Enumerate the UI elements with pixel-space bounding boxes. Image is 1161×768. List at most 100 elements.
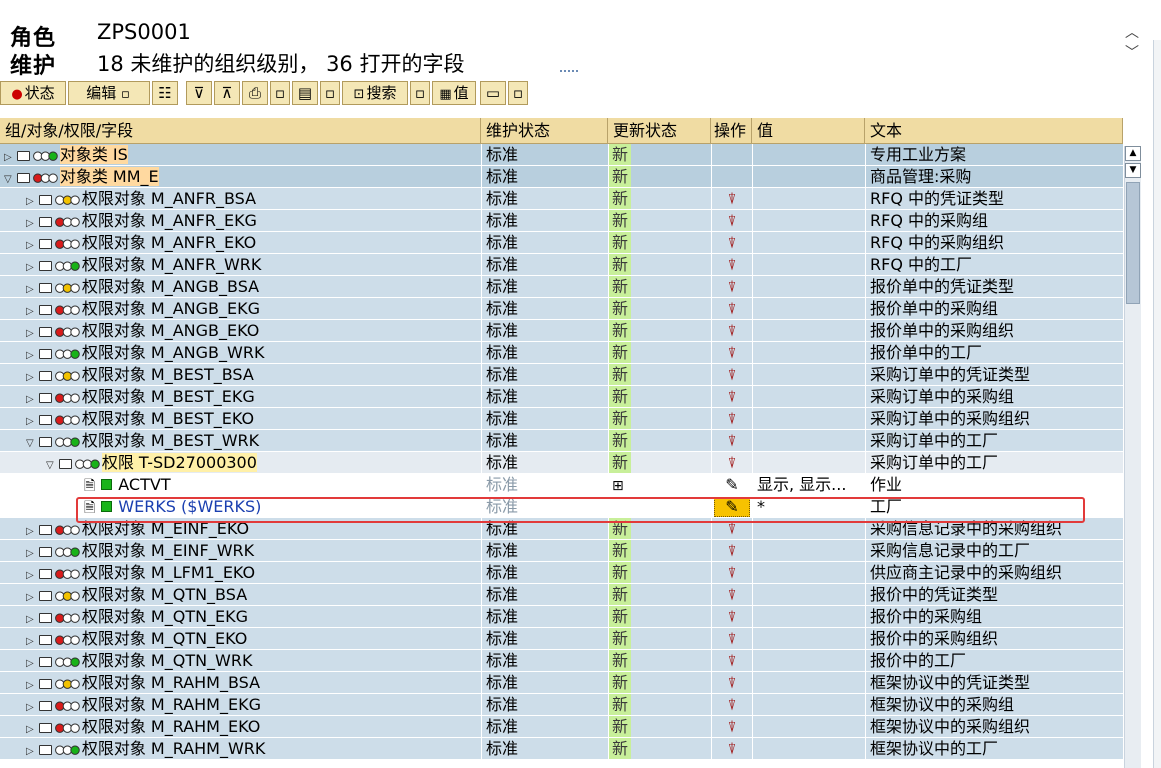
tree-cell[interactable]: ▷ ●●● 权限对象 M_RAHM_EKO — [0, 716, 481, 738]
operation-cell[interactable]: ⍒ — [711, 518, 752, 540]
value-cell[interactable] — [752, 386, 865, 408]
scroll-down-icon[interactable]: ▼ — [1125, 163, 1141, 178]
value-cell[interactable] — [752, 672, 865, 694]
node-label[interactable]: 权限对象 M_ANGB_BSA — [82, 277, 259, 296]
vertical-scrollbar[interactable]: ▲ ▼ — [1124, 146, 1141, 768]
node-label[interactable]: 权限对象 M_RAHM_WRK — [82, 739, 266, 758]
tree-cell[interactable]: ▷ ●●● 权限对象 M_ANGB_WRK — [0, 342, 481, 364]
expand-toggle-icon[interactable]: ▷ — [26, 323, 38, 341]
tree-cell[interactable]: ▷ ●●● 权限对象 M_ANGB_EKO — [0, 320, 481, 342]
node-label[interactable]: 权限对象 M_ANGB_EKG — [82, 299, 260, 318]
tree-cell[interactable]: ▽ ●●● 权限对象 M_BEST_WRK — [0, 430, 481, 452]
delete-icon[interactable]: ⍒ — [727, 718, 736, 736]
operation-cell[interactable]: ⍒ — [711, 408, 752, 430]
delete-icon[interactable]: ⍒ — [727, 344, 736, 362]
tree-cell[interactable]: ▷ ●●● 权限对象 M_EINF_EKO — [0, 518, 481, 540]
operation-cell[interactable] — [711, 144, 752, 166]
node-label[interactable]: 对象类 IS — [59, 145, 128, 164]
details-menu-button[interactable]: ▫ — [508, 81, 528, 105]
delete-icon[interactable]: ⍒ — [727, 630, 736, 648]
table-row[interactable]: ▷ ●●● 权限对象 M_ANFR_EKO 标准 新 ⍒ RFQ 中的采购组织 — [0, 232, 1123, 254]
tree-cell[interactable]: ▷ ●●● 权限对象 M_ANFR_EKO — [0, 232, 481, 254]
tree-cell[interactable]: ▷ ●●● 权限对象 M_BEST_EKG — [0, 386, 481, 408]
delete-icon[interactable]: ⍒ — [727, 322, 736, 340]
tree-cell[interactable]: ▷ ●●● 权限对象 M_BEST_BSA — [0, 364, 481, 386]
operation-cell[interactable]: ⍒ — [711, 584, 752, 606]
tree-cell[interactable]: ▷ ●●● 权限对象 M_EINF_WRK — [0, 540, 481, 562]
tree-cell[interactable]: ▷ ●●● 权限对象 M_ANGB_BSA — [0, 276, 481, 298]
expand-toggle-icon[interactable]: ▷ — [26, 213, 38, 231]
node-label[interactable]: 权限对象 M_QTN_WRK — [82, 651, 253, 670]
node-label[interactable]: 权限对象 M_EINF_EKO — [82, 519, 249, 538]
delete-icon[interactable]: ⍒ — [727, 674, 736, 692]
operation-cell[interactable]: ⍒ — [711, 606, 752, 628]
value-cell[interactable]: * — [752, 496, 865, 518]
value-cell[interactable] — [752, 562, 865, 584]
expand-toggle-icon[interactable]: ▷ — [26, 279, 38, 297]
table-row[interactable]: ▷ ●●● 权限对象 M_BEST_EKO 标准 新 ⍒ 采购订单中的采购组织 — [0, 408, 1123, 430]
node-label[interactable]: 权限对象 M_ANFR_BSA — [82, 189, 256, 208]
operation-cell[interactable]: ✎ — [711, 474, 752, 496]
table-row[interactable]: ▷ ●●● 权限对象 M_QTN_BSA 标准 新 ⍒ 报价中的凭证类型 — [0, 584, 1123, 606]
delete-icon[interactable]: ⍒ — [727, 300, 736, 318]
delete-icon[interactable]: ⍒ — [727, 212, 736, 230]
node-label[interactable]: 权限对象 M_RAHM_BSA — [82, 673, 260, 692]
tree-cell[interactable]: ▷ ●●● 权限对象 M_ANFR_EKG — [0, 210, 481, 232]
expand-toggle-icon[interactable]: ▷ — [26, 587, 38, 605]
value-cell[interactable] — [752, 188, 865, 210]
table-row[interactable]: ▷ ●●● 权限对象 M_ANFR_WRK 标准 新 ⍒ RFQ 中的工厂 — [0, 254, 1123, 276]
tree-cell[interactable]: ▽ ●●● 对象类 MM_E — [0, 166, 481, 188]
field-name[interactable]: ACTVT — [118, 475, 170, 494]
delete-icon[interactable]: ⍒ — [727, 256, 736, 274]
table-row[interactable]: ▷ ●●● 权限对象 M_ANFR_EKG 标准 新 ⍒ RFQ 中的采购组 — [0, 210, 1123, 232]
node-label[interactable]: 权限对象 M_ANFR_WRK — [82, 255, 262, 274]
pencil-icon[interactable]: ✎ — [725, 475, 738, 494]
table-row[interactable]: ▽ ●●● 对象类 MM_E 标准 新 商品管理:采购 — [0, 166, 1123, 188]
operation-cell[interactable]: ⍒ — [711, 342, 752, 364]
node-label[interactable]: 对象类 MM_E — [59, 167, 159, 186]
value-cell[interactable] — [752, 144, 865, 166]
table-row[interactable]: ▽ ●●● 权限 T-SD27000300 标准 新 ⍒ 采购订单中的工厂 — [0, 452, 1123, 474]
value-cell[interactable] — [752, 342, 865, 364]
table-row[interactable]: ▷ ●●● 权限对象 M_RAHM_WRK 标准 新 ⍒ 框架协议中的工厂 — [0, 738, 1123, 760]
delete-icon[interactable]: ⍒ — [727, 520, 736, 538]
print-button[interactable]: ⎙ — [242, 81, 268, 105]
operation-cell[interactable]: ⍒ — [711, 232, 752, 254]
table-row[interactable]: ▷ ●●● 权限对象 M_ANGB_BSA 标准 新 ⍒ 报价单中的凭证类型 — [0, 276, 1123, 298]
expand-toggle-icon[interactable]: ▷ — [26, 235, 38, 253]
field-name[interactable]: WERKS ($WERKS) — [118, 497, 261, 516]
layout-menu-button[interactable]: ▫ — [320, 81, 340, 105]
node-label[interactable]: 权限 T-SD27000300 — [101, 453, 257, 472]
col-maint-header[interactable]: 维护状态 — [481, 118, 608, 144]
table-row[interactable]: ▷ ●●● 权限对象 M_RAHM_EKG 标准 新 ⍒ 框架协议中的采购组 — [0, 694, 1123, 716]
tree-cell[interactable]: 🗎 ACTVT — [0, 474, 481, 496]
expand-toggle-icon[interactable]: ▷ — [26, 565, 38, 583]
delete-icon[interactable]: ⍒ — [727, 454, 736, 472]
operation-cell[interactable]: ⍒ — [711, 386, 752, 408]
tree-cell[interactable]: ▷ ●●● 权限对象 M_RAHM_BSA — [0, 672, 481, 694]
col-text-header[interactable]: 文本 — [865, 118, 1123, 144]
field-value[interactable]: * — [757, 497, 765, 516]
tree-cell[interactable]: ▷ ●●● 权限对象 M_RAHM_EKG — [0, 694, 481, 716]
operation-cell[interactable]: ⍒ — [711, 276, 752, 298]
tree-cell[interactable]: ▽ ●●● 权限 T-SD27000300 — [0, 452, 481, 474]
operation-cell[interactable] — [711, 166, 752, 188]
delete-icon[interactable]: ⍒ — [727, 234, 736, 252]
value-cell[interactable] — [752, 232, 865, 254]
table-row[interactable]: ▷ ●●● 权限对象 M_EINF_EKO 标准 新 ⍒ 采购信息记录中的采购组织 — [0, 518, 1123, 540]
operation-cell[interactable]: ⍒ — [711, 628, 752, 650]
operation-cell[interactable]: ⍒ — [711, 650, 752, 672]
value-cell[interactable] — [752, 298, 865, 320]
search-button[interactable]: ⊡ 搜索 — [342, 81, 408, 105]
table-row[interactable]: ▷ ●●● 权限对象 M_BEST_BSA 标准 新 ⍒ 采购订单中的凭证类型 — [0, 364, 1123, 386]
expand-button[interactable]: ⊽ — [186, 81, 212, 105]
tree-cell[interactable]: ▷ ●●● 权限对象 M_QTN_WRK — [0, 650, 481, 672]
delete-icon[interactable]: ⍒ — [727, 190, 736, 208]
col-value-header[interactable]: 值 — [752, 118, 865, 144]
value-cell[interactable] — [752, 650, 865, 672]
value-cell[interactable] — [752, 540, 865, 562]
table-row[interactable]: ▷ ●●● 权限对象 M_QTN_EKO 标准 新 ⍒ 报价中的采购组织 — [0, 628, 1123, 650]
value-button[interactable]: ▦ 值 — [432, 81, 476, 105]
value-cell[interactable] — [752, 166, 865, 188]
expand-toggle-icon[interactable]: ▽ — [4, 169, 16, 187]
